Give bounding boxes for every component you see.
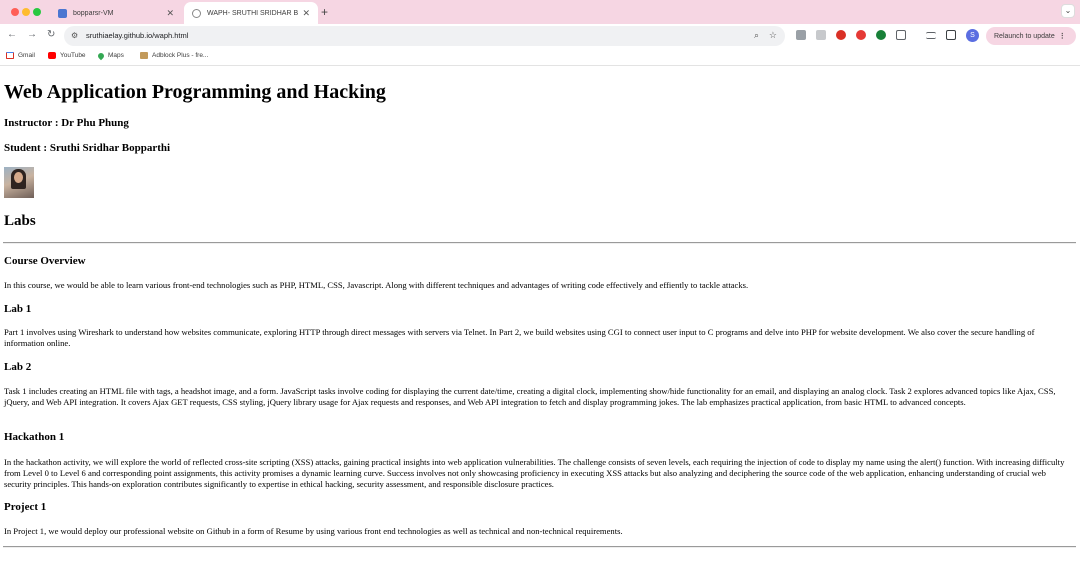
bookmark-star-icon[interactable]: ☆ — [769, 30, 777, 41]
browser-toolbar: ← → ↻ ⚙ sruthiaelay.github.io/waph.html … — [0, 24, 1080, 48]
section-heading-lab-2: Lab 2 — [4, 361, 32, 373]
tab-search-chevron-icon[interactable]: ⌄ — [1061, 4, 1075, 18]
bookmark-maps[interactable]: Maps — [96, 51, 124, 60]
section-heading-lab-1: Lab 1 — [4, 303, 32, 315]
labs-heading: Labs — [4, 213, 36, 229]
profile-avatar[interactable]: S — [966, 29, 979, 42]
web-page: Web Application Programming and Hacking … — [0, 67, 1080, 578]
tab-waph[interactable]: WAPH- SRUTHI SRIDHAR BO ✕ — [184, 2, 318, 24]
extensions-puzzle-icon[interactable] — [896, 30, 906, 40]
window-close-button[interactable] — [11, 8, 19, 16]
extension-icon[interactable] — [816, 30, 826, 40]
headshot-face — [14, 172, 23, 183]
tab-title: bopparsr-VM — [73, 9, 114, 17]
gmail-icon — [6, 52, 14, 59]
side-panel-icon[interactable] — [946, 30, 956, 40]
site-info-icon[interactable]: ⚙ — [71, 31, 78, 40]
tab-strip: bopparsr-VM ✕ WAPH- SRUTHI SRIDHAR BO ✕ … — [0, 0, 1080, 24]
section-text-hackathon-1: In the hackathon activity, we will explo… — [4, 457, 1065, 489]
vm-favicon-icon — [58, 8, 67, 18]
bookmark-label: YouTube — [60, 52, 86, 59]
extension-icon[interactable] — [836, 30, 846, 40]
maps-pin-icon — [96, 51, 106, 60]
divider — [3, 546, 1076, 548]
media-controls-icon[interactable] — [926, 32, 936, 39]
section-heading-course-overview: Course Overview — [4, 255, 86, 267]
bookmark-label: Adblock Plus - fre... — [152, 52, 209, 59]
bookmarks-bar: Gmail YouTube Maps Adblock Plus - fre... — [0, 48, 1080, 66]
instructor-line: Instructor : Dr Phu Phung — [4, 117, 129, 129]
relaunch-to-update-button[interactable]: Relaunch to update ⋮ — [986, 27, 1076, 45]
tab-bopparsr-vm[interactable]: bopparsr-VM ✕ — [50, 2, 182, 24]
section-text-project-1: In Project 1, we would deploy our profes… — [4, 526, 623, 536]
reload-icon[interactable]: ↻ — [47, 29, 55, 40]
relaunch-label: Relaunch to update — [994, 32, 1055, 40]
bookmark-label: Maps — [108, 52, 124, 59]
divider — [3, 242, 1076, 244]
adblock-plus-icon — [140, 52, 148, 59]
address-bar[interactable]: ⚙ sruthiaelay.github.io/waph.html ⌕ ☆ — [64, 26, 785, 46]
section-heading-hackathon-1: Hackathon 1 — [4, 431, 65, 443]
section-text-course-overview: In this course, we would be able to lear… — [4, 280, 749, 290]
globe-icon — [192, 8, 201, 18]
window-zoom-button[interactable] — [33, 8, 41, 16]
bookmark-gmail[interactable]: Gmail — [6, 52, 35, 59]
page-title: Web Application Programming and Hacking — [4, 81, 386, 103]
forward-arrow-icon[interactable]: → — [27, 29, 37, 40]
adblock-extension-icon[interactable] — [856, 30, 866, 40]
student-line: Student : Sruthi Sridhar Bopparthi — [4, 142, 171, 154]
zoom-icon[interactable]: ⌕ — [754, 30, 759, 41]
back-arrow-icon[interactable]: ← — [7, 29, 17, 40]
youtube-icon — [48, 52, 56, 59]
section-text-lab-1: Part 1 involves using Wireshark to under… — [4, 327, 1035, 348]
section-text-lab-2: Task 1 includes creating an HTML file wi… — [4, 386, 1056, 407]
section-heading-project-1: Project 1 — [4, 501, 47, 513]
more-menu-icon: ⋮ — [1058, 33, 1066, 40]
grammarly-extension-icon[interactable] — [876, 30, 886, 40]
bookmark-youtube[interactable]: YouTube — [48, 52, 86, 59]
url-text[interactable]: sruthiaelay.github.io/waph.html — [86, 31, 188, 40]
bookmark-adblock-plus[interactable]: Adblock Plus - fre... — [140, 52, 208, 59]
tab-title: WAPH- SRUTHI SRIDHAR BO — [207, 9, 299, 17]
window-minimize-button[interactable] — [22, 8, 30, 16]
extension-icon[interactable] — [796, 30, 806, 40]
new-tab-button[interactable]: + — [321, 5, 328, 19]
headshot-image — [4, 167, 34, 198]
bookmark-label: Gmail — [18, 52, 35, 59]
close-icon[interactable]: ✕ — [166, 8, 174, 19]
close-icon[interactable]: ✕ — [302, 8, 310, 19]
